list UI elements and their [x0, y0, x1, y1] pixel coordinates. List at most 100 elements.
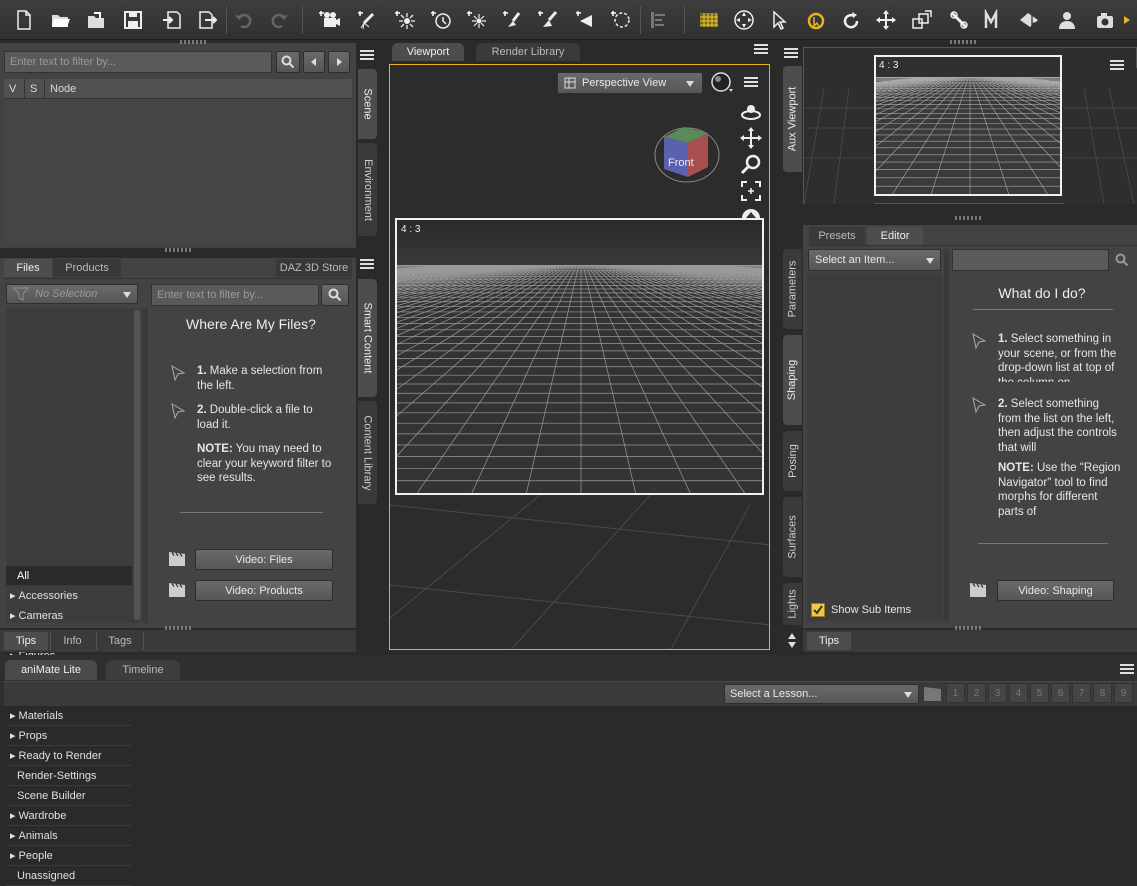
tab-environment[interactable]: Environment: [357, 142, 378, 237]
rotate-tool-icon[interactable]: [837, 6, 865, 34]
tab-scroll[interactable]: [783, 628, 801, 652]
spotlight-tool-icon[interactable]: [500, 6, 528, 34]
scene-filter-input[interactable]: Enter text to filter by...: [4, 51, 272, 73]
checkbox-checked-icon[interactable]: [811, 603, 825, 617]
pan-icon[interactable]: [740, 127, 762, 149]
view-mode-dropdown[interactable]: Perspective View: [557, 72, 703, 94]
create-camera-icon[interactable]: [316, 6, 344, 34]
frame-icon[interactable]: [740, 180, 762, 202]
tab-parameters[interactable]: Parameters: [782, 248, 803, 330]
expand-arrow-icon[interactable]: ▸: [10, 749, 16, 762]
viewport-options-icon[interactable]: [744, 77, 758, 89]
category-item[interactable]: Render-Settings: [6, 766, 132, 786]
tab-editor[interactable]: Editor: [867, 227, 923, 245]
more-arrow-icon[interactable]: [1120, 6, 1134, 34]
tab-posing[interactable]: Posing: [782, 430, 803, 492]
aux-menu-icon[interactable]: [784, 48, 798, 60]
search-button[interactable]: [276, 51, 300, 73]
lesson-page-button[interactable]: 7: [1072, 683, 1091, 703]
lesson-page-button[interactable]: 1: [946, 683, 965, 703]
tab-render-library[interactable]: Render Library: [476, 43, 580, 61]
tab-tags[interactable]: Tags: [96, 632, 144, 650]
lesson-page-button[interactable]: 6: [1051, 683, 1070, 703]
tab-surfaces[interactable]: Surfaces: [782, 496, 803, 578]
joint-editor-icon[interactable]: [945, 6, 973, 34]
category-item[interactable]: ▸ Wardrobe: [6, 806, 132, 826]
viewport-canvas[interactable]: Perspective View Front 4 : 3: [389, 64, 770, 650]
merge-icon[interactable]: [158, 6, 186, 34]
universal-tool-icon[interactable]: [802, 6, 830, 34]
video-products-button[interactable]: Video: Products: [195, 580, 333, 601]
spotlight-tool2-icon[interactable]: [535, 6, 563, 34]
category-item[interactable]: Unassigned: [6, 866, 132, 886]
category-item[interactable]: ▸ Ready to Render: [6, 746, 132, 766]
prev-button[interactable]: [303, 51, 325, 73]
resize-grip[interactable]: [950, 40, 976, 44]
tab-tips[interactable]: Tips: [4, 632, 48, 650]
expand-arrow-icon[interactable]: ▸: [10, 829, 16, 842]
next-button[interactable]: [328, 51, 350, 73]
point-light-icon[interactable]: [392, 6, 420, 34]
category-scrollbar[interactable]: [134, 310, 140, 620]
viewport-menu-icon[interactable]: [754, 44, 768, 56]
new-file-icon[interactable]: [10, 6, 38, 34]
draw-style-icon[interactable]: [710, 71, 734, 95]
display-grid-icon[interactable]: [695, 6, 723, 34]
show-sub-items-row[interactable]: Show Sub Items: [807, 599, 943, 621]
node-weight-icon[interactable]: [1053, 6, 1081, 34]
content-panel-menu-icon[interactable]: [360, 259, 374, 271]
export-icon[interactable]: [193, 6, 221, 34]
tab-viewport[interactable]: Viewport: [392, 43, 464, 61]
category-item[interactable]: ▸ Accessories: [6, 586, 132, 606]
category-item[interactable]: ▸ Animals: [6, 826, 132, 846]
lesson-page-button[interactable]: 8: [1093, 683, 1112, 703]
distant-light-icon[interactable]: [428, 6, 456, 34]
open-recent-icon[interactable]: [83, 6, 111, 34]
render-icon[interactable]: [573, 6, 601, 34]
tab-timeline[interactable]: Timeline: [106, 660, 180, 680]
scale-tool-icon[interactable]: [908, 6, 936, 34]
col-selectable[interactable]: S: [24, 79, 37, 99]
param-search-button[interactable]: [1109, 249, 1135, 271]
tab-files[interactable]: Files: [4, 259, 52, 277]
region-icon[interactable]: [608, 6, 636, 34]
content-search-button[interactable]: [321, 284, 349, 306]
category-item[interactable]: ▸ Cameras: [6, 606, 132, 626]
spot-light-icon[interactable]: [355, 6, 383, 34]
splitter[interactable]: [944, 249, 949, 621]
selection-dropdown[interactable]: No Selection: [6, 284, 138, 304]
save-icon[interactable]: [119, 6, 147, 34]
render-settings-icon[interactable]: [1092, 6, 1120, 34]
tab-aux-viewport[interactable]: Aux Viewport: [782, 65, 803, 173]
surface-selection-icon[interactable]: [1015, 6, 1043, 34]
tab-animate-lite[interactable]: aniMate Lite: [5, 660, 97, 680]
resize-grip[interactable]: [955, 216, 981, 220]
expand-arrow-icon[interactable]: ▸: [10, 849, 16, 862]
translate-tool-icon[interactable]: [872, 6, 900, 34]
splitter[interactable]: [142, 308, 148, 623]
video-shaping-button[interactable]: Video: Shaping: [997, 580, 1114, 601]
content-filter-input[interactable]: Enter text to filter by...: [151, 284, 319, 306]
tab-tips-right[interactable]: Tips: [807, 632, 851, 650]
resize-grip[interactable]: [165, 248, 191, 252]
linear-point-light-icon[interactable]: [464, 6, 492, 34]
aux-options-icon[interactable]: [1110, 60, 1124, 72]
redo-icon[interactable]: [265, 6, 293, 34]
resize-grip[interactable]: [955, 626, 981, 630]
category-item[interactable]: ▸ People: [6, 846, 132, 866]
tab-scene[interactable]: Scene: [357, 68, 378, 140]
expand-arrow-icon[interactable]: ▸: [10, 709, 16, 722]
open-file-icon[interactable]: [47, 6, 75, 34]
undo-icon[interactable]: [230, 6, 258, 34]
tab-shaping[interactable]: Shaping: [782, 334, 803, 426]
expand-arrow-icon[interactable]: ▸: [10, 809, 16, 822]
expand-arrow-icon[interactable]: ▸: [10, 609, 16, 622]
lesson-page-button[interactable]: 4: [1009, 683, 1028, 703]
geometry-editor-icon[interactable]: [980, 6, 1008, 34]
item-tree[interactable]: [807, 273, 943, 621]
resize-grip[interactable]: [180, 40, 206, 44]
category-item[interactable]: ▸ Props: [6, 726, 132, 746]
bottom-menu-icon[interactable]: [1120, 664, 1134, 676]
category-item[interactable]: All: [6, 566, 132, 586]
select-item-dropdown[interactable]: Select an Item...: [808, 249, 941, 271]
